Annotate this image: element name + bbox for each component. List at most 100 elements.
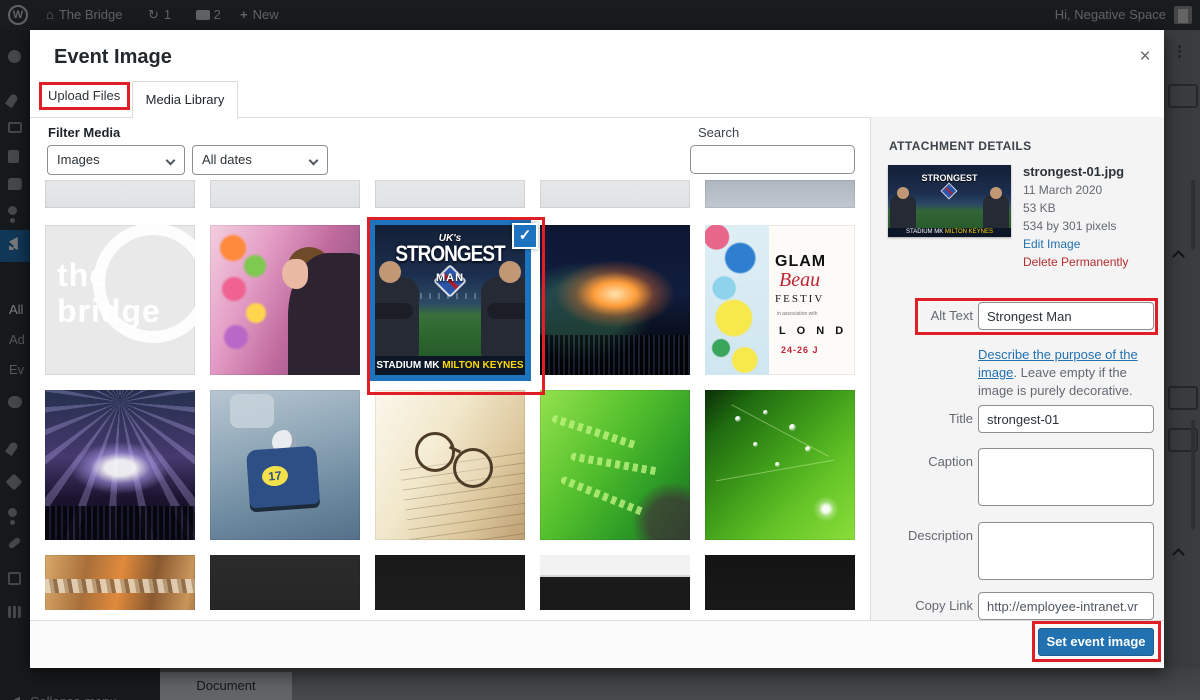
- dew-drop: [775, 462, 780, 467]
- tab-media-library[interactable]: Media Library: [132, 81, 238, 118]
- brand-shield-text: MAN: [375, 272, 525, 284]
- dew-drop: [763, 410, 768, 415]
- modal-toolbar: Set event image: [30, 620, 1164, 668]
- media-item-partial[interactable]: [540, 180, 690, 208]
- event-image-modal: Event Image × Upload Files Media Library…: [30, 30, 1164, 668]
- fern-frond: [560, 475, 646, 516]
- media-type-value: Images: [57, 152, 100, 167]
- dew-drop: [753, 442, 758, 447]
- attachment-details-panel: ATTACHMENT DETAILS STRONGEST STADIUM MK …: [870, 117, 1164, 622]
- attachment-meta: strongest-01.jpg 11 March 2020 53 KB 534…: [1023, 163, 1163, 271]
- media-item-partial[interactable]: [705, 180, 855, 208]
- wordpress-admin-screen: W ⌂The Bridge ↻1 2 +New Hi, Negative Spa…: [0, 0, 1200, 700]
- crowd-silhouette: [540, 335, 690, 375]
- candy-shape: [220, 235, 246, 261]
- thumbnail-caption: STADIUM MK MILTON KEYNES: [375, 356, 525, 375]
- rope-texture: [45, 579, 195, 593]
- set-event-image-button[interactable]: Set event image: [1038, 628, 1154, 656]
- close-icon[interactable]: ×: [1132, 44, 1158, 70]
- media-item-video-poster[interactable]: [540, 555, 690, 610]
- poster-text: in association with: [777, 311, 818, 317]
- media-item-dark-2[interactable]: [375, 555, 525, 610]
- shield-mini: [941, 183, 958, 200]
- media-item-dark-3[interactable]: [705, 555, 855, 610]
- attachment-size: 53 KB: [1023, 199, 1163, 217]
- media-item-glam-festival-poster[interactable]: GLAM Beau FESTIV in association with L O…: [705, 225, 855, 375]
- tab-upload-files[interactable]: Upload Files: [48, 88, 120, 103]
- paint-splash: [705, 225, 769, 375]
- chevron-down-icon: [166, 156, 176, 166]
- candy-shape: [222, 277, 246, 301]
- poster-top-strip: [540, 555, 690, 577]
- poster-text: L O N D: [779, 325, 847, 337]
- attachment-date: 11 March 2020: [1023, 181, 1163, 199]
- search-label: Search: [698, 125, 739, 140]
- alt-text-input[interactable]: [978, 302, 1154, 330]
- media-item-dark-1[interactable]: [210, 555, 360, 610]
- attachment-dimensions: 534 by 301 pixels: [1023, 217, 1163, 235]
- caption-label: Caption: [881, 454, 973, 469]
- leaf-vein: [731, 404, 829, 457]
- media-item-leaf-dew[interactable]: [705, 390, 855, 540]
- media-item-concert[interactable]: [45, 390, 195, 540]
- attachment-details-heading: ATTACHMENT DETAILS: [889, 139, 1032, 153]
- filter-media-heading: Filter Media: [48, 125, 120, 140]
- media-item-partial[interactable]: [210, 180, 360, 208]
- candy-shape: [246, 303, 266, 323]
- crowd-silhouette: [45, 506, 195, 540]
- media-grid: thebridge UK's STRONG: [30, 180, 870, 610]
- media-item-night-festival[interactable]: [540, 225, 690, 375]
- date-filter-value: All dates: [202, 152, 252, 167]
- strongman-right: [481, 277, 525, 357]
- search-input[interactable]: [690, 145, 855, 174]
- media-item-glasses-book[interactable]: [375, 390, 525, 540]
- media-item-bridge-logo[interactable]: thebridge: [45, 225, 195, 375]
- description-label: Description: [881, 528, 973, 543]
- modal-title: Event Image: [54, 46, 172, 69]
- strongman-right-mini: [983, 195, 1009, 229]
- title-input[interactable]: [978, 405, 1154, 433]
- media-item-candy-woman[interactable]: [210, 225, 360, 375]
- media-item-go-karts[interactable]: 17: [210, 390, 360, 540]
- edit-image-link[interactable]: Edit Image: [1023, 235, 1163, 253]
- poster-text: FESTIV: [775, 293, 824, 305]
- dew-drop: [789, 424, 796, 431]
- title-label: Title: [881, 411, 973, 426]
- alt-help-text: Describe the purpose of the image. Leave…: [978, 346, 1156, 400]
- woman-silhouette: [282, 259, 308, 289]
- alt-text-label: Alt Text: [881, 308, 973, 323]
- attachment-filename: strongest-01.jpg: [1023, 163, 1163, 181]
- strongest-man-thumbnail: UK's STRONGEST MAN STADIUM MK MILTON KEY…: [375, 225, 525, 375]
- glasses-lens: [453, 448, 493, 488]
- media-item-partial[interactable]: [45, 180, 195, 208]
- fern-frond: [551, 414, 639, 449]
- strongman-left-mini: [890, 195, 916, 229]
- media-item-strongest-man-selected[interactable]: UK's STRONGEST MAN STADIUM MK MILTON KEY…: [369, 219, 531, 381]
- media-item-partial[interactable]: [375, 180, 525, 208]
- attachment-thumbnail: STRONGEST STADIUM MK MILTON KEYNES: [888, 165, 1011, 237]
- chevron-down-icon: [309, 156, 319, 166]
- delete-permanently-link[interactable]: Delete Permanently: [1023, 253, 1163, 271]
- brand-main-mini: STRONGEST: [888, 173, 1011, 183]
- copy-link-input[interactable]: [978, 592, 1154, 620]
- fern-frond: [570, 452, 660, 476]
- dew-drop: [735, 416, 741, 422]
- glasses-lens: [415, 432, 455, 472]
- date-filter-select[interactable]: All dates: [192, 145, 328, 175]
- strongman-left: [375, 277, 419, 357]
- poster-text: Beau: [779, 269, 820, 292]
- dew-drop: [805, 446, 811, 452]
- media-item-rope[interactable]: [45, 555, 195, 610]
- candy-shape: [224, 325, 248, 349]
- candy-shape: [244, 255, 266, 277]
- description-textarea[interactable]: [978, 522, 1154, 580]
- selected-check-icon[interactable]: ✓: [512, 223, 538, 249]
- media-type-select[interactable]: Images: [47, 145, 185, 175]
- media-item-fern[interactable]: [540, 390, 690, 540]
- thumbnail-caption-mini: STADIUM MK MILTON KEYNES: [888, 228, 1011, 237]
- caption-textarea[interactable]: [978, 448, 1154, 506]
- kart-background: [230, 394, 274, 428]
- poster-text: 24-26 J: [781, 345, 819, 355]
- light-starburst: [813, 496, 839, 522]
- bridge-logo-text: thebridge: [57, 257, 161, 329]
